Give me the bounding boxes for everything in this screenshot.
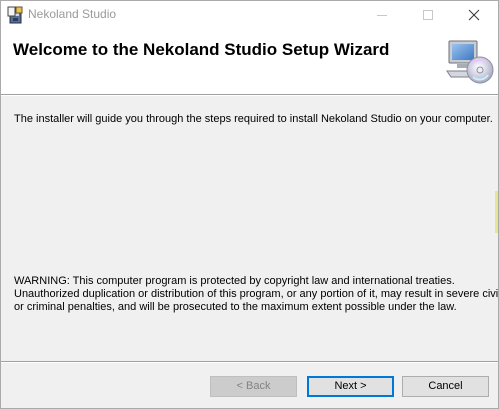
next-button[interactable]: Next > — [307, 376, 394, 397]
maximize-icon — [423, 10, 433, 20]
computer-cd-icon — [446, 40, 494, 84]
header-divider-highlight — [1, 95, 498, 96]
minimize-button[interactable] — [359, 1, 405, 30]
wizard-header-banner: Welcome to the Nekoland Studio Setup Wiz… — [1, 30, 498, 94]
footer-divider-highlight — [1, 362, 498, 363]
title-bar[interactable]: Nekoland Studio — [1, 1, 498, 30]
warning-line: WARNING: This computer program is protec… — [14, 275, 455, 287]
window-title: Nekoland Studio — [28, 7, 117, 21]
close-button[interactable] — [451, 1, 497, 30]
intro-text: The installer will guide you through the… — [14, 113, 493, 125]
cancel-button[interactable]: Cancel — [402, 376, 489, 397]
copyright-warning: WARNING: This computer program is protec… — [14, 275, 499, 314]
maximize-button[interactable] — [405, 1, 451, 30]
back-button[interactable]: < Back — [210, 376, 297, 397]
setup-wizard-window: Nekoland Studio Welcome to the Nekoland … — [0, 0, 499, 409]
minimize-icon — [377, 15, 387, 16]
warning-line: Unauthorized duplication or distribution… — [14, 288, 499, 300]
window-edge-highlight — [495, 191, 498, 233]
installer-app-icon — [7, 6, 23, 24]
warning-line: or criminal penalties, and will be prose… — [14, 301, 457, 313]
close-icon — [468, 9, 480, 21]
page-title: Welcome to the Nekoland Studio Setup Wiz… — [13, 40, 390, 59]
